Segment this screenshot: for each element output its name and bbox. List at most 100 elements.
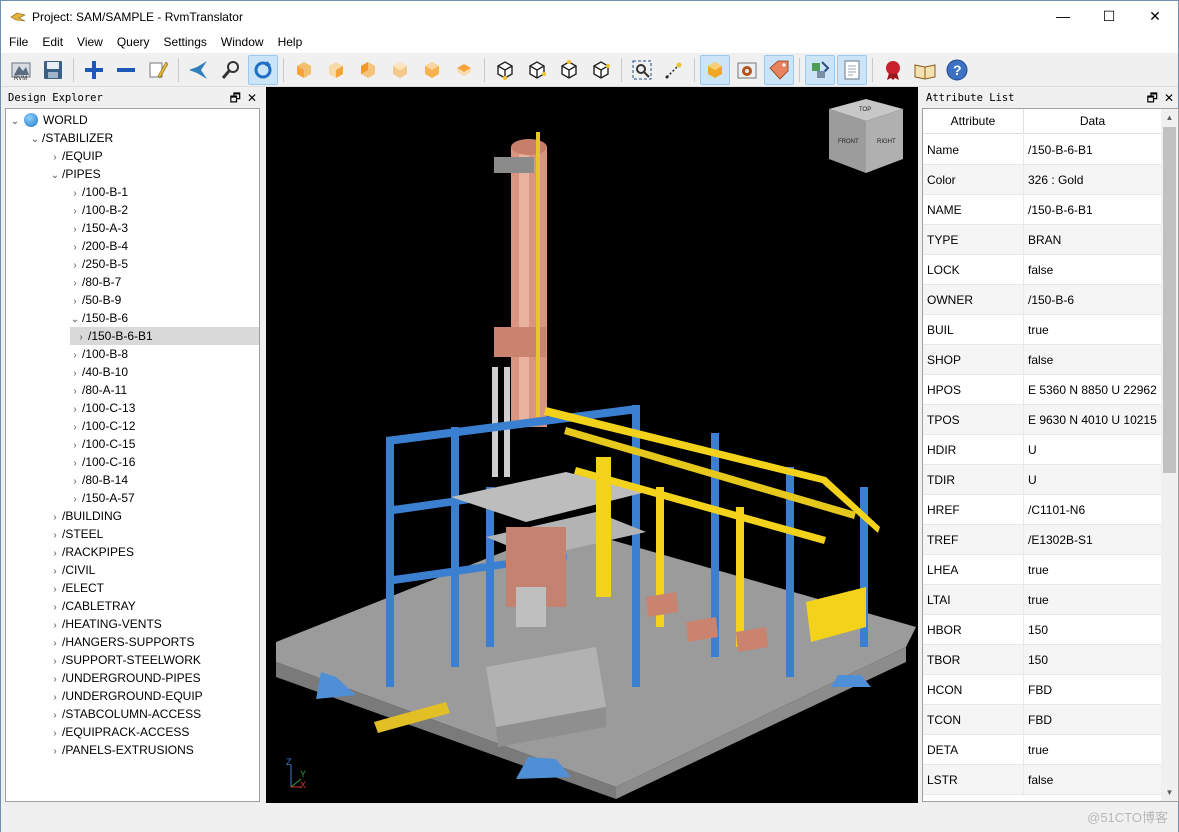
iso-box-2-button[interactable] xyxy=(522,55,552,85)
tree-item[interactable]: ›/80-A-11 xyxy=(6,381,259,399)
float-icon[interactable]: 🗗 xyxy=(230,88,241,108)
attribute-row[interactable]: LHEA true xyxy=(923,555,1161,585)
tree-item[interactable]: ›/50-B-9 xyxy=(6,291,259,309)
book-button[interactable] xyxy=(910,55,940,85)
view-box-5-button[interactable] xyxy=(417,55,447,85)
tree-item[interactable]: ›/40-B-10 xyxy=(6,363,259,381)
menu-view[interactable]: View xyxy=(70,32,110,53)
attribute-row[interactable]: BUIL true xyxy=(923,315,1161,345)
close-button[interactable]: ✕ xyxy=(1132,1,1178,31)
menu-file[interactable]: File xyxy=(1,32,35,53)
tree-item[interactable]: ›/HANGERS-SUPPORTS xyxy=(6,633,259,651)
tree-item[interactable]: ›/EQUIPRACK-ACCESS xyxy=(6,723,259,741)
tree-item[interactable]: ›/100-C-13 xyxy=(6,399,259,417)
attribute-row[interactable]: Color 326 : Gold xyxy=(923,165,1161,195)
view-box-6-button[interactable] xyxy=(449,55,479,85)
attribute-row[interactable]: NAME/150-B-6-B1 xyxy=(923,195,1161,225)
tree-item[interactable]: ›/ELECT xyxy=(6,579,259,597)
shaded-button[interactable] xyxy=(700,54,730,85)
attribute-row[interactable]: HPOS E 5360 N 8850 U 22962 xyxy=(923,375,1161,405)
clip-button[interactable] xyxy=(805,54,835,85)
iso-box-4-button[interactable] xyxy=(586,55,616,85)
tree-item[interactable]: ›/SUPPORT-STEELWORK xyxy=(6,651,259,669)
tree-item[interactable]: ⌄/150-B-6 xyxy=(6,309,259,327)
menu-edit[interactable]: Edit xyxy=(35,32,70,53)
tree-item[interactable]: ›/CIVIL xyxy=(6,561,259,579)
tree-item[interactable]: ›/100-C-12 xyxy=(6,417,259,435)
view-box-2-button[interactable] xyxy=(321,55,351,85)
axis-button[interactable] xyxy=(659,55,689,85)
zoom-fit-button[interactable] xyxy=(627,55,657,85)
iso-box-3-button[interactable] xyxy=(554,55,584,85)
column-header-attribute[interactable]: Attribute xyxy=(923,109,1024,134)
settings-button[interactable] xyxy=(732,55,762,85)
iso-box-1-button[interactable] xyxy=(490,55,520,85)
tree-item[interactable]: ›/STABCOLUMN-ACCESS xyxy=(6,705,259,723)
view-box-4-button[interactable] xyxy=(385,55,415,85)
tree-item[interactable]: ›/80-B-14 xyxy=(6,471,259,489)
minimize-button[interactable]: — xyxy=(1040,1,1086,31)
tree-item[interactable]: ›/150-A-3 xyxy=(6,219,259,237)
float-icon[interactable]: 🗗 xyxy=(1147,88,1158,108)
tree-item[interactable]: ›/RACKPIPES xyxy=(6,543,259,561)
open-rvm-button[interactable]: RVM xyxy=(6,55,36,85)
tree-item[interactable]: ⌄ WORLD xyxy=(6,111,259,129)
attribute-row[interactable]: TCON FBD xyxy=(923,705,1161,735)
tree-item[interactable]: ›/100-B-8 xyxy=(6,345,259,363)
tree-item[interactable]: ›/STEEL xyxy=(6,525,259,543)
tree-item[interactable]: ›/250-B-5 xyxy=(6,255,259,273)
attribute-row[interactable]: Name/150-B-6-B1 xyxy=(923,135,1161,165)
tree-item[interactable]: ⌄/STABILIZER xyxy=(6,129,259,147)
chevron-right-icon[interactable]: › xyxy=(48,743,62,761)
attribute-row[interactable]: HDIR U xyxy=(923,435,1161,465)
tree-item[interactable]: ›/UNDERGROUND-PIPES xyxy=(6,669,259,687)
tree-item[interactable]: ›/100-C-16 xyxy=(6,453,259,471)
document-button[interactable] xyxy=(837,54,867,85)
3d-viewport[interactable]: FRONT RIGHT TOP Z Y X xyxy=(266,87,918,803)
close-panel-icon[interactable]: ✕ xyxy=(1164,88,1174,108)
attribute-row[interactable]: LOCK false xyxy=(923,255,1161,285)
attribute-row[interactable]: TYPE BRAN xyxy=(923,225,1161,255)
help-button[interactable]: ? xyxy=(942,55,972,85)
collapse-button[interactable] xyxy=(111,55,141,85)
close-panel-icon[interactable]: ✕ xyxy=(247,88,257,108)
tree-item[interactable]: ›/100-C-15 xyxy=(6,435,259,453)
fly-button[interactable] xyxy=(184,55,214,85)
tree-item[interactable]: ›/100-B-1 xyxy=(6,183,259,201)
attribute-row[interactable]: HBOR 150 xyxy=(923,615,1161,645)
attribute-row[interactable]: SHOP false xyxy=(923,345,1161,375)
view-cube[interactable]: FRONT RIGHT TOP xyxy=(829,99,903,173)
menu-query[interactable]: Query xyxy=(110,32,157,53)
tree-item[interactable]: ⌄/PIPES xyxy=(6,165,259,183)
attribute-row[interactable]: DETA true xyxy=(923,735,1161,765)
tree-item[interactable]: ›/PANELS-EXTRUSIONS xyxy=(6,741,259,759)
tree-item[interactable]: ›/80-B-7 xyxy=(6,273,259,291)
tree-item[interactable]: ›/CABLETRAY xyxy=(6,597,259,615)
view-box-3-button[interactable] xyxy=(353,55,383,85)
tree-item[interactable]: ›/EQUIP xyxy=(6,147,259,165)
menu-help[interactable]: Help xyxy=(271,32,310,53)
tag-button[interactable] xyxy=(764,54,794,85)
tree-item[interactable]: ›/BUILDING xyxy=(6,507,259,525)
attribute-row[interactable]: TPOS E 9630 N 4010 U 10215 xyxy=(923,405,1161,435)
attribute-row[interactable]: TREF/E1302B-S1 xyxy=(923,525,1161,555)
clear-button[interactable] xyxy=(143,55,173,85)
attribute-row[interactable]: HREF/C1101-N6 xyxy=(923,495,1161,525)
search-button[interactable] xyxy=(216,55,246,85)
tree-item[interactable]: ›/150-B-6-B1 xyxy=(70,327,259,345)
attribute-scrollbar[interactable]: ▲ ▼ xyxy=(1161,109,1178,801)
certificate-button[interactable] xyxy=(878,55,908,85)
attribute-row[interactable]: OWNER/150-B-6 xyxy=(923,285,1161,315)
refresh-button[interactable] xyxy=(248,54,278,85)
attribute-row[interactable]: HCON FBD xyxy=(923,675,1161,705)
attribute-row[interactable]: TDIR U xyxy=(923,465,1161,495)
view-box-1-button[interactable] xyxy=(289,55,319,85)
attribute-row[interactable]: LSTR false xyxy=(923,765,1161,795)
save-button[interactable] xyxy=(38,55,68,85)
tree-item[interactable]: ›/150-A-57 xyxy=(6,489,259,507)
scroll-up-icon[interactable]: ▲ xyxy=(1161,109,1178,126)
tree-item[interactable]: ›/200-B-4 xyxy=(6,237,259,255)
attribute-list-table[interactable]: Attribute Data Name/150-B-6-B1 Color 326 :… xyxy=(922,108,1179,802)
scrollbar-thumb[interactable] xyxy=(1163,127,1176,473)
attribute-row[interactable]: TBOR 150 xyxy=(923,645,1161,675)
